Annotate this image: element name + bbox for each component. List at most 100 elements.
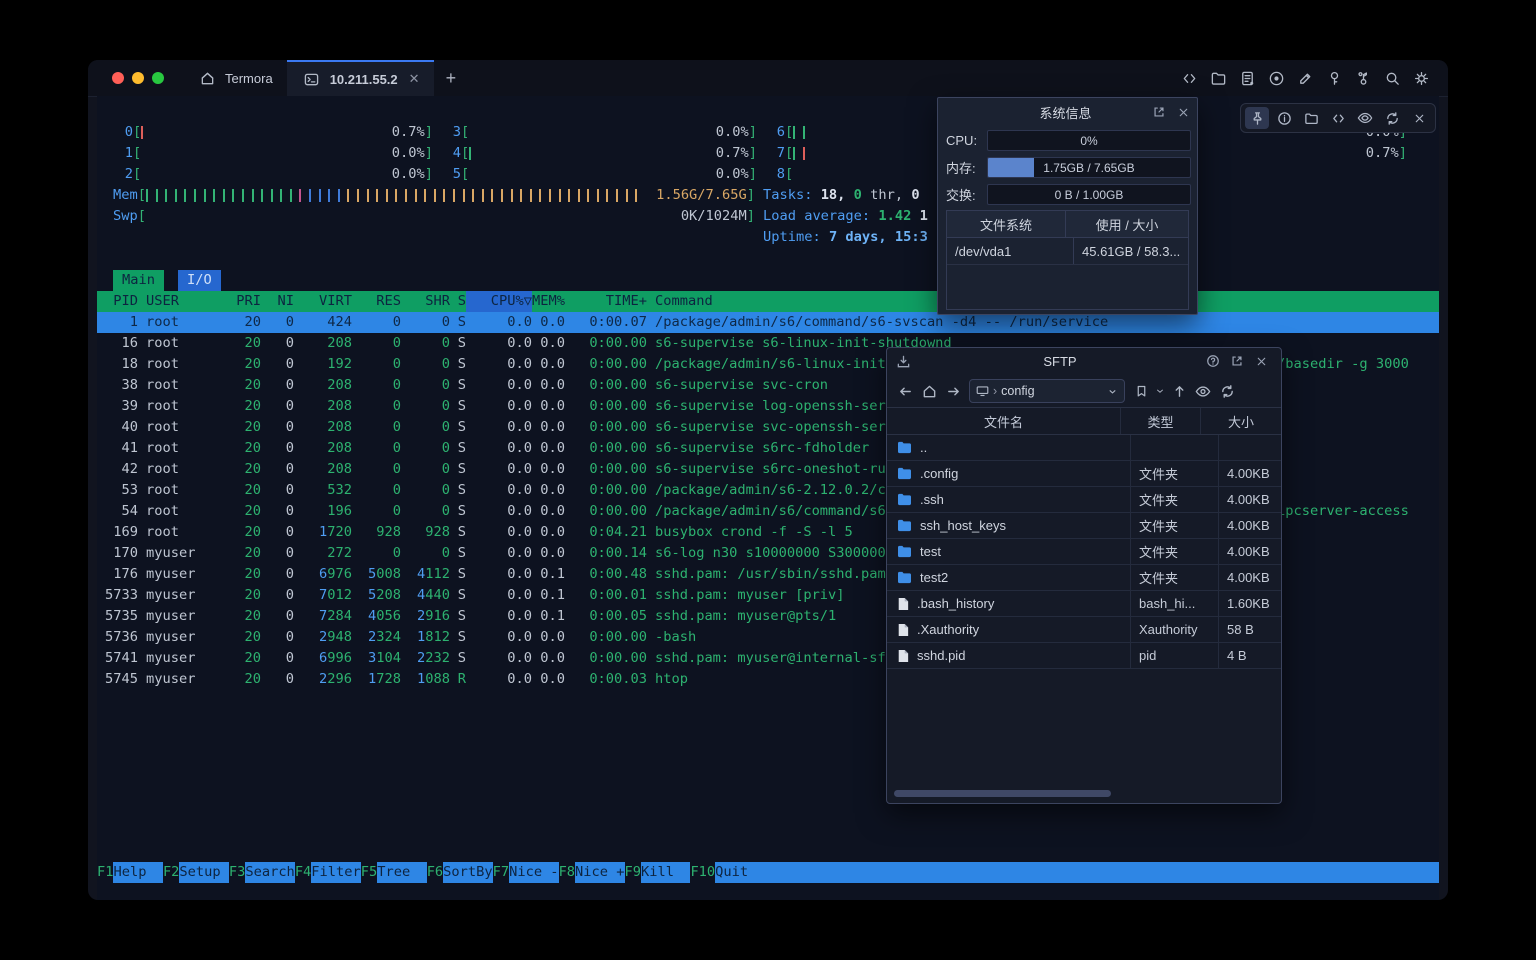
fkey-label: F8: [559, 862, 575, 883]
help-icon[interactable]: [1203, 351, 1223, 371]
fkey-action-help[interactable]: Help: [113, 862, 162, 883]
col-type[interactable]: 类型: [1121, 408, 1201, 434]
path-breadcrumb[interactable]: › config: [969, 379, 1125, 403]
htop-tab-io[interactable]: I/O: [178, 270, 221, 291]
nvidia-icon[interactable]: [1353, 107, 1377, 129]
code-icon[interactable]: [1178, 67, 1200, 89]
sysinfo-meter-label: CPU:: [946, 133, 987, 148]
side-toolbar: [1240, 103, 1436, 133]
up-directory-icon[interactable]: [1167, 379, 1191, 403]
forward-icon[interactable]: [941, 379, 965, 403]
show-hidden-icon[interactable]: [1191, 379, 1215, 403]
home-icon[interactable]: [917, 379, 941, 403]
file-type: 文件夹: [1131, 539, 1219, 564]
bookmark-dropdown-icon[interactable]: [1153, 379, 1167, 403]
col-header-user[interactable]: USER: [146, 291, 220, 312]
col-header-virt[interactable]: VIRT: [294, 291, 352, 312]
fkey-action-setup[interactable]: Setup: [179, 862, 228, 883]
file-row[interactable]: test 文件夹4.00KB: [887, 539, 1281, 565]
refresh-icon[interactable]: [1215, 379, 1239, 403]
code-icon[interactable]: [1326, 107, 1350, 129]
col-header-ni[interactable]: NI: [261, 291, 294, 312]
fkey-action-nice-[interactable]: Nice -: [509, 862, 558, 883]
folder-icon: [897, 545, 912, 558]
col-header-cpu[interactable]: CPU%▽: [466, 291, 532, 312]
file-row[interactable]: .config文件夹4.00KB: [887, 461, 1281, 487]
open-in-window-icon[interactable]: [1149, 102, 1169, 122]
file-size: 4.00KB: [1219, 539, 1281, 564]
file-row[interactable]: .XauthorityXauthority58 B: [887, 617, 1281, 643]
file-row[interactable]: ssh_host_keys文件夹4.00KB: [887, 513, 1281, 539]
col-header-res[interactable]: RES: [352, 291, 401, 312]
close-window-button[interactable]: [112, 72, 124, 84]
close-icon[interactable]: [1407, 107, 1431, 129]
fkey-action-nice-[interactable]: Nice +: [575, 862, 624, 883]
sftp-title: SFTP: [917, 354, 1203, 369]
info-icon[interactable]: [1272, 107, 1296, 129]
tab-close-icon[interactable]: ✕: [409, 71, 420, 87]
file-icon: [897, 649, 909, 663]
keychain-icon[interactable]: [1352, 67, 1374, 89]
col-header-shr[interactable]: SHR: [401, 291, 450, 312]
col-header-pid[interactable]: PID: [97, 291, 138, 312]
file-name: test2: [920, 570, 948, 585]
key-icon[interactable]: [1323, 67, 1345, 89]
sysinfo-meter-bar: 0 B / 1.00GB: [987, 184, 1191, 205]
maximize-window-button[interactable]: [152, 72, 164, 84]
sync-icon[interactable]: [1380, 107, 1404, 129]
fkey-action-filter[interactable]: Filter: [311, 862, 360, 883]
file-name: test: [920, 544, 941, 559]
filesystem-row[interactable]: /dev/vda145.61GB / 58.3...: [947, 238, 1188, 265]
file-row[interactable]: sshd.pidpid4 B: [887, 643, 1281, 669]
tab-home[interactable]: Termora: [182, 60, 287, 96]
record-icon[interactable]: [1265, 67, 1287, 89]
file-row[interactable]: ..: [887, 435, 1281, 461]
col-header-time[interactable]: TIME+: [565, 291, 647, 312]
back-icon[interactable]: [893, 379, 917, 403]
col-header-pri[interactable]: PRI: [220, 291, 261, 312]
file-icon: [897, 623, 909, 637]
file-icon: [897, 597, 909, 611]
edit-icon[interactable]: [1294, 67, 1316, 89]
process-row[interactable]: 1root20042400S0.00.00:00.07/package/admi…: [97, 312, 1439, 333]
file-size: 4.00KB: [1219, 565, 1281, 590]
log-icon[interactable]: [1236, 67, 1258, 89]
file-row[interactable]: .ssh文件夹4.00KB: [887, 487, 1281, 513]
folder-icon[interactable]: [1299, 107, 1323, 129]
fkey-action-search[interactable]: Search: [245, 862, 294, 883]
close-icon[interactable]: [1173, 102, 1193, 122]
bookmark-icon[interactable]: [1129, 379, 1153, 403]
fkey-action-quit[interactable]: Quit: [715, 862, 1439, 883]
fkey-action-kill[interactable]: Kill: [641, 862, 690, 883]
fkey-label: F2: [163, 862, 179, 883]
download-icon[interactable]: [893, 351, 913, 371]
minimize-window-button[interactable]: [132, 72, 144, 84]
folder-icon[interactable]: [1207, 67, 1229, 89]
tab-session[interactable]: 10.211.55.2 ✕: [287, 60, 434, 96]
file-type: pid: [1131, 643, 1219, 668]
fkey-label: F4: [295, 862, 311, 883]
file-row[interactable]: test2文件夹4.00KB: [887, 565, 1281, 591]
file-table-header: 文件名 类型 大小: [887, 407, 1281, 435]
fkey-action-tree[interactable]: Tree: [377, 862, 426, 883]
pin-icon[interactable]: [1245, 107, 1269, 129]
htop-tab-main[interactable]: Main: [113, 270, 164, 291]
close-icon[interactable]: [1251, 351, 1271, 371]
sysinfo-meter-bar: 1.75GB / 7.65GB: [987, 157, 1191, 178]
col-header-mem[interactable]: MEM%: [532, 291, 565, 312]
file-row[interactable]: .bash_historybash_hi...1.60KB: [887, 591, 1281, 617]
col-size[interactable]: 大小: [1201, 408, 1281, 434]
htop-view-tabs: Main I/O: [113, 270, 221, 291]
settings-icon[interactable]: [1410, 67, 1432, 89]
process-table-header: PIDUSERPRINIVIRTRESSHRSCPU%▽MEM%TIME+Com…: [97, 291, 1439, 312]
open-in-window-icon[interactable]: [1227, 351, 1247, 371]
col-header-s[interactable]: S: [450, 291, 466, 312]
fkey-action-sortby[interactable]: SortBy: [443, 862, 492, 883]
search-icon[interactable]: [1381, 67, 1403, 89]
sysinfo-meter-label: 交换:: [946, 185, 987, 204]
new-tab-button[interactable]: +: [434, 60, 469, 96]
col-filename[interactable]: 文件名: [887, 408, 1121, 434]
fkey-label: F1: [97, 862, 113, 883]
file-name: ..: [920, 440, 927, 455]
horizontal-scrollbar[interactable]: [894, 790, 1111, 797]
